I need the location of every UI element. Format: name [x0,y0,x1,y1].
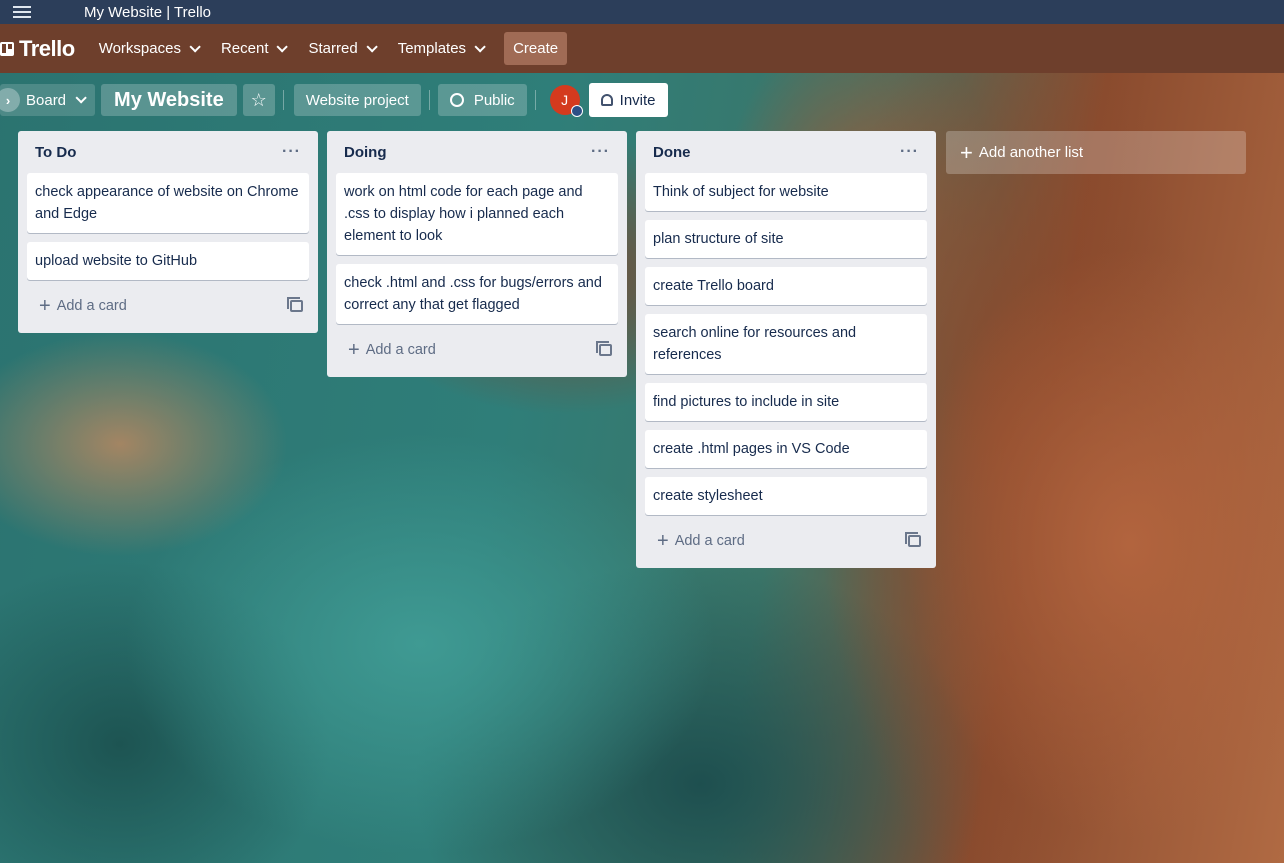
window-titlebar: My Website | Trello [0,0,1284,24]
workspace-button[interactable]: Website project [293,84,421,116]
plus-icon: + [960,139,973,165]
board-view-label: Board [26,91,67,109]
nav-templates-label: Templates [397,40,467,57]
visibility-label: Public [473,91,515,109]
star-icon[interactable]: ☆ [242,84,275,116]
chevron-down-icon [474,40,486,53]
create-button[interactable]: Create [504,32,568,65]
plus-icon: + [348,339,360,361]
trello-logo-icon [0,41,14,56]
board-header: › Board My Website ☆ Website project Pub… [0,80,1284,120]
card[interactable]: work on html code for each page and .css… [336,173,618,255]
add-card-button[interactable]: + Add a card [336,333,618,367]
trello-logo[interactable]: Trello [0,36,75,62]
list-title[interactable]: Doing [344,144,387,161]
list-title[interactable]: Done [653,144,691,161]
card[interactable]: create stylesheet [645,477,927,515]
divider [428,90,430,110]
board-name[interactable]: My Website [101,84,237,116]
card[interactable]: upload website to GitHub [27,242,309,280]
nav-recent-label: Recent [220,40,269,57]
nav-starred[interactable]: Starred [308,40,378,57]
add-card-button[interactable]: + Add a card [27,289,309,323]
add-person-icon [600,94,613,106]
list-done[interactable]: Done ··· Think of subject for website pl… [636,131,936,568]
globe-icon [449,93,464,107]
plus-icon: + [657,530,669,552]
avatar[interactable]: J [549,85,583,117]
nav-recent[interactable]: Recent [220,40,289,57]
invite-label: Invite [619,91,656,109]
nav-templates[interactable]: Templates [397,40,486,57]
list-header: Done ··· [645,131,927,173]
add-card-label: Add a card [56,298,127,314]
chevron-down-icon [366,40,378,53]
card[interactable]: find pictures to include in site [645,383,927,421]
chevron-down-icon [276,40,289,53]
add-card-label: Add a card [674,533,745,549]
list-to-do[interactable]: To Do ··· check appearance of website on… [18,131,318,333]
add-list-button[interactable]: + Add another list [946,131,1246,174]
nav-workspaces[interactable]: Workspaces [98,40,201,57]
card-template-icon[interactable] [287,297,303,312]
nav-workspaces-label: Workspaces [98,40,181,57]
list-header: To Do ··· [27,131,309,173]
card[interactable]: create .html pages in VS Code [645,430,927,468]
divider [282,90,284,110]
list-menu-icon[interactable]: ··· [591,143,610,161]
invite-button[interactable]: Invite [588,83,668,117]
nav-starred-label: Starred [308,40,358,57]
admin-badge-icon [570,105,583,117]
list-header: Doing ··· [336,131,618,173]
window-title: My Website | Trello [84,3,211,21]
list-menu-icon[interactable]: ··· [282,143,301,161]
add-card-label: Add a card [365,342,436,358]
card[interactable]: check appearance of website on Chrome an… [27,173,309,233]
card[interactable]: search online for resources and referenc… [645,314,927,374]
trello-logo-text: Trello [19,35,75,61]
plus-icon: + [39,295,51,317]
card[interactable]: create Trello board [645,267,927,305]
add-card-button[interactable]: + Add a card [645,524,927,558]
list-doing[interactable]: Doing ··· work on html code for each pag… [327,131,627,377]
card[interactable]: check .html and .css for bugs/errors and… [336,264,618,324]
card-template-icon[interactable] [596,341,612,356]
chevron-down-icon [75,92,87,104]
card-template-icon[interactable] [905,532,921,547]
app-header: Trello Workspaces Recent Starred Templat… [0,24,1284,73]
divider [534,90,536,110]
card[interactable]: Think of subject for website [645,173,927,211]
hamburger-menu-icon[interactable] [0,11,44,13]
list-title[interactable]: To Do [35,144,76,161]
card[interactable]: plan structure of site [645,220,927,258]
avatar-initial: J [561,92,569,108]
add-list-label: Add another list [978,144,1084,161]
chevron-down-icon [189,40,201,53]
list-menu-icon[interactable]: ··· [900,143,919,161]
visibility-button[interactable]: Public [437,84,527,116]
